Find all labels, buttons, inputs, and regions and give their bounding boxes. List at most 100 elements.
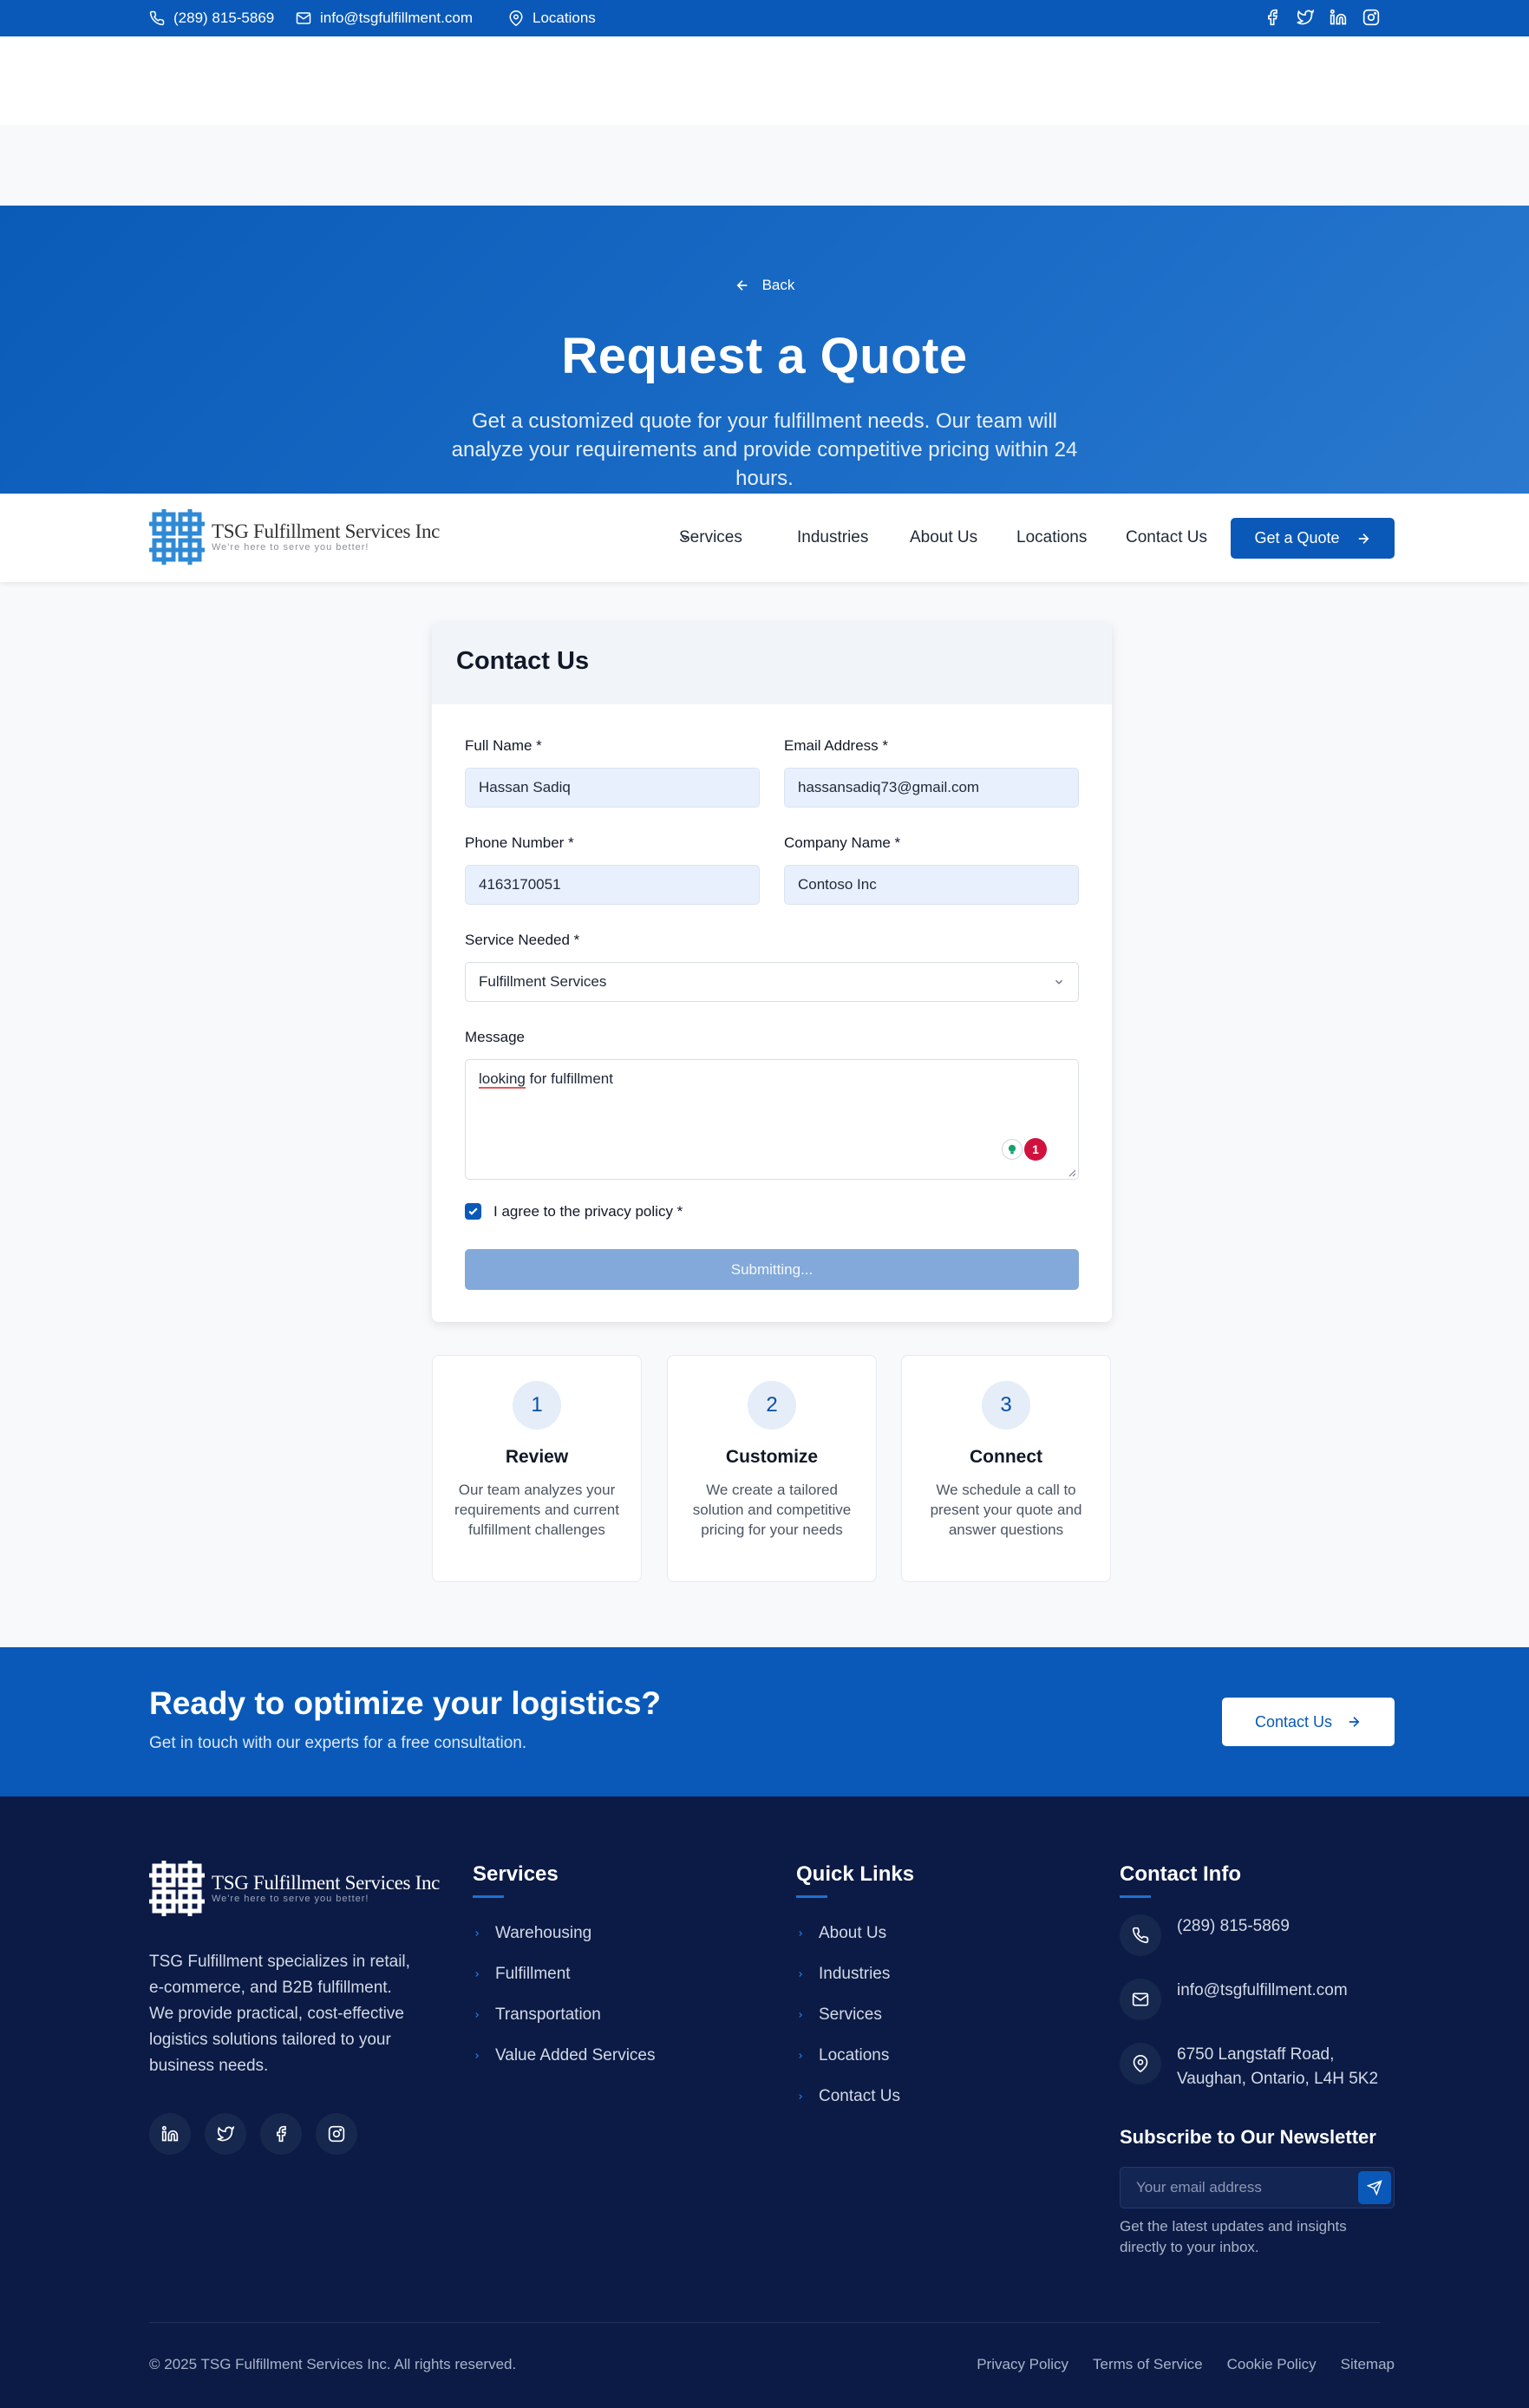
step-title: Review: [505, 1447, 569, 1467]
footer-divider: [149, 2322, 1380, 2323]
submit-button[interactable]: Submitting...: [465, 1249, 1079, 1290]
message-misspelled-word: looking: [479, 1070, 526, 1089]
step-number: 1: [513, 1381, 561, 1430]
privacy-label[interactable]: I agree to the privacy policy *: [493, 1203, 683, 1220]
footer-quick-links-list: About Us Industries Services Locations C…: [796, 1913, 900, 2117]
privacy-checkbox[interactable]: [465, 1203, 481, 1220]
full-name-input[interactable]: Hassan Sadiq: [465, 768, 760, 808]
chevron-right-icon: [473, 1969, 481, 1979]
phone-input[interactable]: 4163170051: [465, 865, 760, 905]
terms-of-service-link[interactable]: Terms of Service: [1093, 2356, 1203, 2373]
footer-contact-phone[interactable]: (289) 815-5869: [1120, 1914, 1290, 1956]
service-select[interactable]: Fulfillment Services: [465, 962, 1079, 1002]
footer-email-text: info@tsgfulfillment.com: [1177, 1981, 1348, 1999]
footer-logo-text: TSG Fulfillment Services Inc: [212, 1872, 441, 1894]
footer-services-title: Services: [473, 1862, 559, 1886]
footer-contact-address: 6750 Langstaff Road, Vaughan, Ontario, L4…: [1120, 2043, 1378, 2091]
facebook-icon[interactable]: [1264, 9, 1281, 26]
twitter-icon[interactable]: [205, 2113, 246, 2155]
map-pin-icon: [508, 10, 524, 26]
newsletter-note: Get the latest updates and insights dire…: [1120, 2218, 1347, 2255]
cta-subtitle: Get in touch with our experts for a free…: [149, 1734, 527, 1752]
resize-handle-icon[interactable]: [1068, 1168, 1076, 1177]
main-navbar: TSG Fulfillment Services Inc We're here …: [0, 494, 1529, 582]
chevron-right-icon: [473, 1928, 481, 1939]
instagram-icon[interactable]: [1362, 9, 1380, 26]
newsletter-title: Subscribe to Our Newsletter: [1120, 2126, 1376, 2148]
footer-quick-link[interactable]: Locations: [796, 2035, 900, 2076]
step-card-review: 1 Review Our team analyzes your requirem…: [432, 1355, 642, 1582]
get-a-quote-button[interactable]: Get a Quote: [1231, 518, 1395, 559]
cta-contact-button[interactable]: Contact Us: [1222, 1698, 1395, 1746]
chevron-right-icon: [796, 1969, 805, 1979]
twitter-icon[interactable]: [1297, 9, 1314, 26]
chevron-right-icon: [796, 2051, 805, 2061]
arrow-left-icon: [735, 278, 750, 293]
cookie-policy-link[interactable]: Cookie Policy: [1227, 2356, 1317, 2373]
nav-industries[interactable]: Industries: [797, 528, 868, 547]
chevron-down-icon: [1053, 976, 1065, 988]
topbar-social-links: [1264, 9, 1380, 26]
footer-contact-title: Contact Info: [1120, 1862, 1241, 1886]
footer-service-link[interactable]: Warehousing: [473, 1913, 656, 1953]
message-textarea[interactable]: looking for fulfillment 1: [465, 1059, 1079, 1180]
footer-service-link[interactable]: Value Added Services: [473, 2035, 656, 2076]
chevron-down-icon: [679, 532, 691, 544]
step-number: 3: [982, 1381, 1030, 1430]
newsletter-submit-button[interactable]: [1358, 2171, 1391, 2204]
map-pin-icon: [1120, 2043, 1161, 2084]
footer-service-link[interactable]: Transportation: [473, 1994, 656, 2035]
grammar-widget[interactable]: 1: [1002, 1138, 1047, 1161]
hero-banner: Back Request a Quote Get a customized qu…: [0, 206, 1529, 494]
step-title: Connect: [970, 1447, 1042, 1467]
header-spacer: [0, 36, 1529, 125]
footer-quick-link[interactable]: Services: [796, 1994, 900, 2035]
footer-services-heading: Services: [473, 1862, 559, 1898]
topbar-phone[interactable]: (289) 815-5869: [149, 0, 274, 36]
logo-text: TSG Fulfillment Services Inc: [212, 520, 441, 542]
checkmark-icon: [467, 1206, 479, 1217]
sitemap-link[interactable]: Sitemap: [1341, 2356, 1395, 2373]
footer-quick-label: About Us: [819, 1924, 887, 1942]
footer-quick-label: Locations: [819, 2046, 890, 2064]
step-number: 2: [748, 1381, 796, 1430]
footer-services-list: Warehousing Fulfillment Transportation V…: [473, 1913, 656, 2076]
phone-icon: [1120, 1914, 1161, 1956]
site-logo[interactable]: TSG Fulfillment Services Inc We're here …: [149, 509, 440, 565]
footer-logo[interactable]: TSG Fulfillment Services Inc We're here …: [149, 1861, 440, 1916]
site-footer: TSG Fulfillment Services Inc We're here …: [0, 1796, 1529, 2408]
footer-quick-link[interactable]: Contact Us: [796, 2076, 900, 2117]
full-name-label: Full Name *: [465, 737, 542, 754]
nav-contact[interactable]: Contact Us: [1126, 528, 1207, 547]
linkedin-icon[interactable]: [1330, 9, 1347, 26]
facebook-icon[interactable]: [260, 2113, 302, 2155]
back-link[interactable]: Back: [0, 277, 1529, 294]
footer-quick-link[interactable]: About Us: [796, 1913, 900, 1953]
newsletter-email-input[interactable]: Your email address: [1120, 2167, 1395, 2208]
top-contact-bar: (289) 815-5869 info@tsgfulfillment.com L…: [0, 0, 1529, 36]
copyright-text: © 2025 TSG Fulfillment Services Inc. All…: [149, 2356, 517, 2372]
footer-quick-link[interactable]: Industries: [796, 1953, 900, 1994]
service-select-value: Fulfillment Services: [479, 973, 607, 990]
company-input[interactable]: Contoso Inc: [784, 865, 1079, 905]
arrow-right-icon: [1346, 1714, 1362, 1730]
email-input[interactable]: hassansadiq73@gmail.com: [784, 768, 1079, 808]
instagram-icon[interactable]: [316, 2113, 357, 2155]
arrow-right-icon: [1356, 531, 1371, 546]
topbar-email[interactable]: info@tsgfulfillment.com: [296, 0, 473, 36]
chevron-right-icon: [473, 2010, 481, 2020]
message-text: for fulfillment: [525, 1070, 613, 1087]
footer-contact-email[interactable]: info@tsgfulfillment.com: [1120, 1979, 1348, 2020]
footer-quick-label: Industries: [819, 1965, 891, 1983]
nav-about[interactable]: About Us: [910, 528, 977, 547]
linkedin-icon[interactable]: [149, 2113, 191, 2155]
topbar-locations[interactable]: Locations: [508, 0, 596, 36]
footer-service-label: Fulfillment: [495, 1965, 571, 1983]
footer-quick-title: Quick Links: [796, 1862, 915, 1886]
nav-locations[interactable]: Locations: [1016, 528, 1087, 547]
lightbulb-icon: [1002, 1139, 1023, 1160]
privacy-policy-link[interactable]: Privacy Policy: [977, 2356, 1068, 2373]
footer-service-link[interactable]: Fulfillment: [473, 1953, 656, 1994]
logo-mark-icon: [149, 1861, 205, 1916]
quote-form-card: Contact Us Full Name * Hassan Sadiq Emai…: [432, 623, 1112, 1322]
